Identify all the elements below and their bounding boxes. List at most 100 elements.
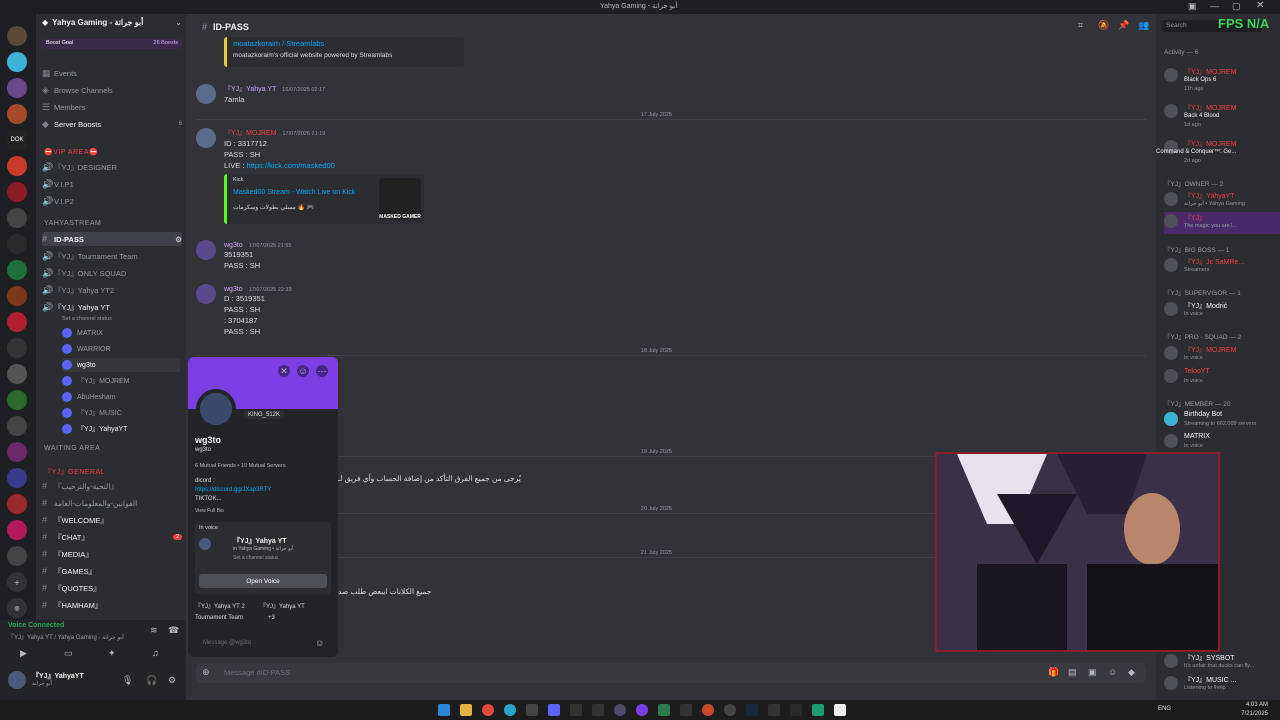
settings-icon[interactable]: ⚙ — [175, 235, 182, 244]
channel-id-pass[interactable]: # ID-PASS ⚙ — [42, 232, 182, 246]
server-icon[interactable] — [7, 338, 27, 358]
avatar[interactable] — [196, 284, 216, 304]
add-attachment-icon[interactable]: ⊕ — [202, 667, 210, 678]
voice-user[interactable]: wg3to — [62, 358, 180, 372]
server-icon[interactable] — [7, 208, 27, 228]
member-item[interactable]: 『YJ』MOJREM In voice — [1164, 344, 1280, 366]
app-icon[interactable] — [790, 704, 802, 716]
voice-user[interactable]: MATRIX — [62, 326, 103, 340]
language-indicator[interactable]: ENG — [1158, 706, 1171, 712]
server-icon[interactable] — [7, 416, 27, 436]
view-full-bio[interactable]: View Full Bio — [195, 508, 224, 514]
category-yahyastream[interactable]: YAHYASTREAM — [44, 220, 101, 227]
member-list-icon[interactable]: 👥 — [1138, 20, 1149, 31]
file-explorer-icon[interactable] — [460, 704, 472, 716]
text-channel[interactable]: # 『التحية-والترحيب』 — [42, 479, 182, 493]
voice-user[interactable]: WARRIOR — [62, 342, 111, 356]
app-icon[interactable] — [812, 704, 824, 716]
live-link[interactable]: https://kick.com/masked00 — [247, 161, 335, 170]
app-icon[interactable] — [724, 704, 736, 716]
voice-channel[interactable]: 🔊 V.I.P2 — [42, 194, 182, 208]
mutual-info[interactable]: 6 Mutual Friends • 10 Mutual Servers — [195, 463, 286, 469]
more-roles[interactable]: +3 — [268, 615, 275, 621]
bio-link[interactable]: https://discord.gg/JXap3RTY — [195, 487, 271, 493]
clock-time[interactable]: 4:03 AM — [1236, 702, 1268, 708]
member-item[interactable]: 『YJ』Jc SaMRe... Streamers — [1164, 256, 1280, 278]
sidebar-item-members[interactable]: ☰ Members — [42, 100, 182, 114]
open-voice-button[interactable]: Open Voice — [199, 574, 327, 588]
server-icon[interactable] — [7, 442, 27, 462]
add-server-icon[interactable]: ＋ — [7, 572, 27, 592]
member-item[interactable]: 『YJ』 The magic you are l... — [1164, 212, 1280, 234]
activity-card[interactable]: 『YJ』MOJREM Back 4 Blood 1d ago — [1164, 102, 1280, 128]
pin-icon[interactable]: 📌 — [1118, 20, 1129, 31]
clock-date[interactable]: 7/21/2025 — [1236, 711, 1268, 717]
server-header[interactable]: ◆ Yahya Gaming - أبو جراتة ⌄ — [42, 18, 182, 27]
app-icon[interactable] — [702, 704, 714, 716]
message-author[interactable]: 『YJ』Yahya YT — [224, 86, 276, 93]
gif-icon[interactable]: ▤ — [1068, 667, 1077, 678]
voice-channel[interactable]: 🔊 『YJ』Yahya YT2 — [42, 283, 182, 297]
steam-icon[interactable] — [746, 704, 758, 716]
minimize-icon[interactable]: — — [1210, 1, 1219, 11]
maximize-icon[interactable]: ▢ — [1232, 1, 1241, 12]
gear-icon[interactable]: ⚙ — [168, 675, 176, 686]
voice-channel-label[interactable]: 『YJ』Yahya YT / Yahya Gaming - أبو جراتة — [8, 632, 138, 641]
category-waiting[interactable]: WAITING AREA — [44, 445, 100, 452]
voice-user[interactable]: 『YJ』YahyaYT — [62, 422, 127, 436]
server-icon[interactable]: DOK — [7, 130, 27, 150]
server-icon[interactable] — [7, 390, 27, 410]
avatar[interactable] — [196, 128, 216, 148]
emoji-icon[interactable]: ☺ — [1108, 667, 1117, 677]
server-icon[interactable] — [7, 104, 27, 124]
voice-channel[interactable]: 🔊 V.I.P1 — [42, 177, 182, 191]
text-channel[interactable]: # 『CHAT』 2 — [42, 530, 182, 544]
obs-icon[interactable] — [614, 704, 626, 716]
inbox-icon[interactable]: ▣ — [1188, 1, 1197, 12]
emoji-icon[interactable]: ☺ — [315, 638, 324, 648]
message-author[interactable]: 『YJ』MOJREM — [224, 130, 277, 137]
apps-icon[interactable]: ◆ — [1128, 667, 1135, 678]
screen-share-icon[interactable]: ▭ — [64, 648, 73, 659]
avatar[interactable] — [8, 671, 26, 689]
server-icon[interactable] — [7, 468, 27, 488]
text-channel[interactable]: # 『WELCOME』 — [42, 513, 182, 527]
app-icon[interactable] — [658, 704, 670, 716]
member-item[interactable]: 『YJ』MUSIC ... Listening to /help — [1164, 674, 1280, 696]
voice-user[interactable]: 『YJ』MUSIC — [62, 406, 122, 420]
headphones-icon[interactable]: 🎧 — [146, 675, 157, 686]
text-channel[interactable]: # 『QUOTES』 — [42, 581, 182, 595]
member-item[interactable]: Birthday Bot Streaming to 662,009 servers — [1164, 410, 1280, 432]
boost-goal-bar[interactable]: Boost Goal 26 Boosts — [42, 39, 182, 49]
chrome-icon[interactable] — [482, 704, 494, 716]
profile-message-input[interactable]: Message @wg3to ☺ — [195, 637, 331, 651]
category-general[interactable]: 『YJ』GENERAL — [44, 467, 105, 477]
avatar[interactable] — [196, 240, 216, 260]
sidebar-item-browse[interactable]: ◈ Browse Channels — [42, 83, 182, 97]
text-channel[interactable]: # القوانين-والمعلومات-العامة — [42, 496, 182, 510]
server-icon[interactable] — [7, 494, 27, 514]
soundboard-icon[interactable]: ♫ — [152, 648, 159, 658]
composer-placeholder[interactable]: Message #ID-PASS — [224, 668, 290, 677]
threads-icon[interactable]: ⌗ — [1078, 20, 1083, 31]
member-item[interactable]: 『YJ』Modrić In voice — [1164, 300, 1280, 322]
avatar[interactable] — [196, 84, 216, 104]
notepad-icon[interactable] — [834, 704, 846, 716]
sidebar-item-events[interactable]: ▦ Events — [42, 66, 182, 80]
edge-icon[interactable] — [504, 704, 516, 716]
text-channel[interactable]: # 『HAMHAM』 — [42, 598, 182, 612]
server-icon[interactable] — [7, 52, 27, 72]
close-icon[interactable]: ✕ — [1256, 0, 1264, 11]
message-author[interactable]: wg3to — [224, 242, 243, 249]
app-icon[interactable] — [636, 704, 648, 716]
gift-icon[interactable]: 🎁 — [1048, 667, 1059, 678]
discord-icon[interactable] — [548, 704, 560, 716]
embed-thumbnail[interactable]: MASKED GAMER — [379, 178, 421, 220]
activity-icon[interactable]: ✦ — [108, 648, 116, 659]
text-channel[interactable]: # 『GAMES』 — [42, 564, 182, 578]
message-author[interactable]: wg3to — [224, 286, 243, 293]
sticker-icon[interactable]: ▣ — [1088, 667, 1097, 678]
noise-suppression-icon[interactable]: ≋ — [150, 625, 158, 636]
channel-status[interactable]: Set a channel status — [62, 312, 112, 326]
server-icon[interactable] — [7, 520, 27, 540]
